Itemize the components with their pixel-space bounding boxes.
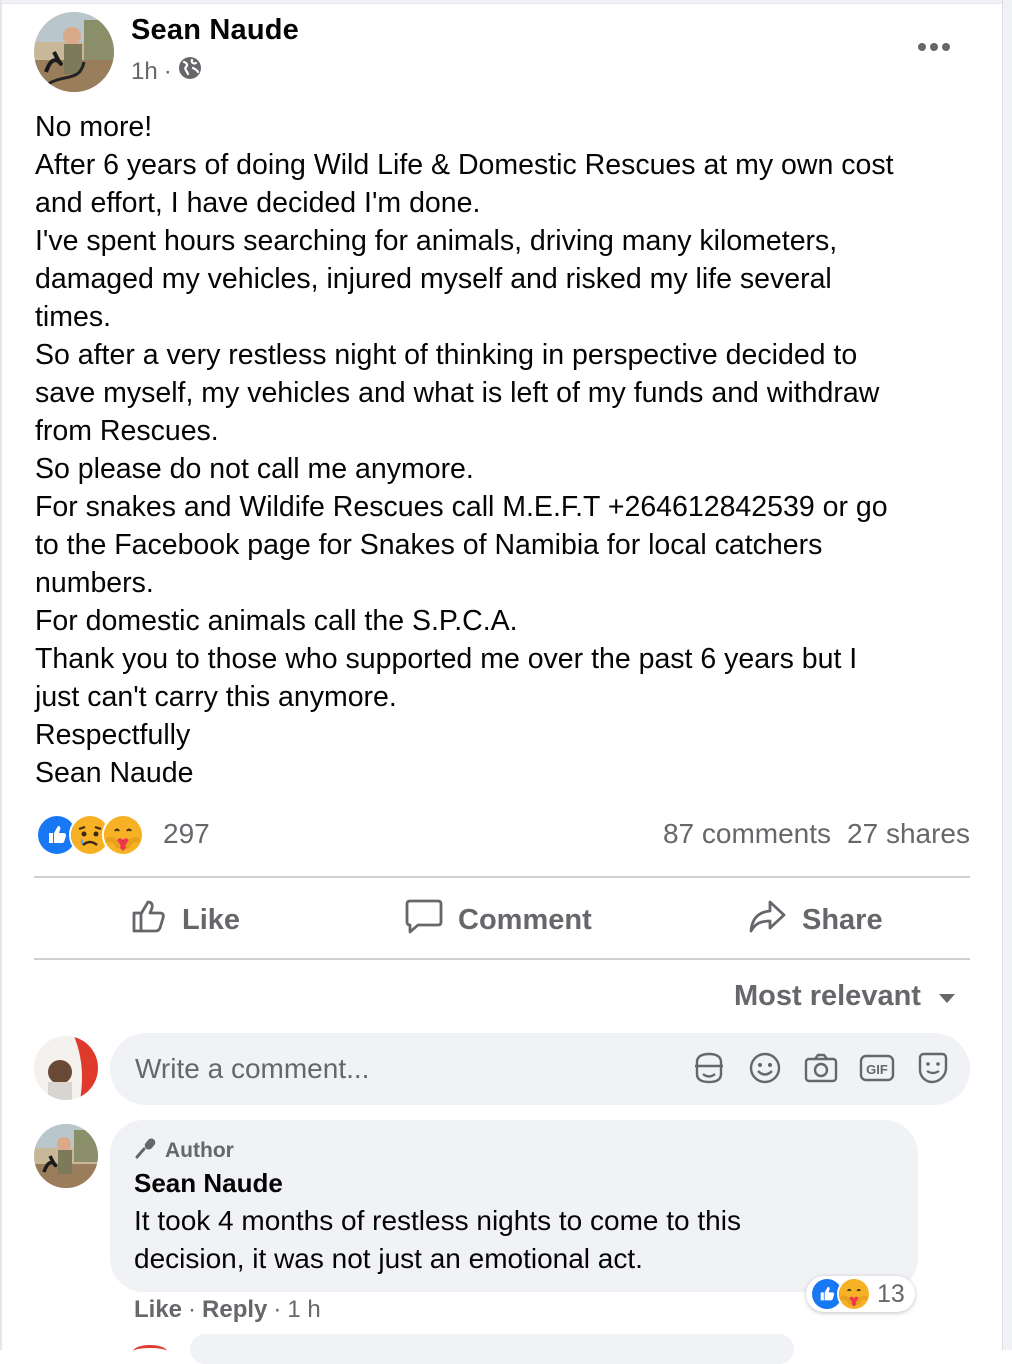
separator-dot: · xyxy=(273,1296,282,1323)
camera-icon[interactable] xyxy=(802,1049,840,1087)
post-text: No more! After 6 years of doing Wild Lif… xyxy=(35,108,980,792)
scrollbar-track[interactable] xyxy=(1002,0,1012,1350)
post-line: save myself, my vehicles and what is lef… xyxy=(35,377,880,409)
post-meta: 1h · xyxy=(131,56,202,87)
separator-dot: · xyxy=(188,1296,197,1323)
post-line: times. xyxy=(35,301,112,333)
comment-bubble-icon xyxy=(404,897,444,943)
comment-text: It took 4 months of restless nights to c… xyxy=(134,1202,741,1278)
post-line: Thank you to those who supported me over… xyxy=(35,643,858,675)
dot xyxy=(918,43,926,51)
gif-icon[interactable]: GIF xyxy=(858,1049,896,1087)
divider xyxy=(34,876,970,878)
post-line: numbers. xyxy=(35,567,154,599)
author-badge-label: Author xyxy=(165,1139,234,1162)
share-label: Share xyxy=(802,903,883,936)
microphone-icon xyxy=(134,1136,158,1166)
post-line: damaged my vehicles, injured myself and … xyxy=(35,263,832,295)
post-line: After 6 years of doing Wild Life & Domes… xyxy=(35,149,894,181)
care-icon xyxy=(837,1277,871,1311)
post-line: For snakes and Wildife Rescues call M.E.… xyxy=(35,491,888,523)
dot xyxy=(930,43,938,51)
next-comment-avatar[interactable] xyxy=(133,1345,167,1358)
comment-actions: Like · Reply · 1 h xyxy=(134,1296,321,1324)
post-line: Respectfully xyxy=(35,719,191,751)
sort-label: Most relevant xyxy=(734,980,921,1012)
post-line: and effort, I have decided I'm done. xyxy=(35,187,481,219)
reaction-icons[interactable] xyxy=(36,814,144,856)
post-line: just can't carry this anymore. xyxy=(35,681,397,713)
comment-reply-link[interactable]: Reply xyxy=(202,1296,267,1324)
comment-sort-dropdown[interactable]: Most relevant xyxy=(734,980,957,1013)
more-dots-icon[interactable] xyxy=(912,30,956,64)
post-author-avatar[interactable] xyxy=(34,12,114,92)
window-top-edge xyxy=(0,0,1002,4)
current-user-avatar[interactable] xyxy=(34,1036,98,1100)
share-button[interactable]: Share xyxy=(748,895,883,945)
next-comment-bubble xyxy=(190,1334,794,1364)
dot xyxy=(942,43,950,51)
comment-input[interactable]: Write a comment... GIF xyxy=(110,1033,970,1105)
post-stats: 87 comments 27 shares xyxy=(663,818,970,850)
comments-count[interactable]: 87 comments xyxy=(663,818,831,850)
post-time[interactable]: 1h xyxy=(131,58,158,86)
thumbs-up-icon xyxy=(130,897,168,943)
comment-placeholder: Write a comment... xyxy=(135,1053,370,1084)
post-author-name[interactable]: Sean Naude xyxy=(131,14,299,47)
divider xyxy=(34,958,970,960)
post-line: from Rescues. xyxy=(35,415,219,447)
share-arrow-icon xyxy=(748,897,788,943)
post-line: So please do not call me anymore. xyxy=(35,453,474,485)
comment-author-avatar[interactable] xyxy=(34,1124,98,1188)
sticker-icon[interactable] xyxy=(690,1049,728,1087)
post-line: So after a very restless night of thinki… xyxy=(35,339,858,371)
care-icon xyxy=(102,814,144,856)
avatar-sticker-icon[interactable] xyxy=(914,1049,952,1087)
emoji-icon[interactable] xyxy=(746,1049,784,1087)
post-line: No more! xyxy=(35,111,153,143)
globe-icon[interactable] xyxy=(178,56,202,87)
comment-label: Comment xyxy=(458,903,592,936)
comment-line: It took 4 months of restless nights to c… xyxy=(134,1205,741,1236)
gif-label: GIF xyxy=(866,1062,888,1077)
post-line: to the Facebook page for Snakes of Namib… xyxy=(35,529,823,561)
reaction-count[interactable]: 297 xyxy=(163,818,210,850)
like-button[interactable]: Like xyxy=(130,895,240,945)
post-line: I've spent hours searching for animals, … xyxy=(35,225,838,257)
comment-line: decision, it was not just an emotional a… xyxy=(134,1243,643,1274)
comment-reactions[interactable]: 13 xyxy=(806,1276,915,1312)
composer-icons: GIF xyxy=(690,1049,952,1087)
post-line: Sean Naude xyxy=(35,757,194,789)
comment-reaction-count: 13 xyxy=(877,1279,905,1308)
comment-time[interactable]: 1 h xyxy=(287,1296,320,1324)
comment-button[interactable]: Comment xyxy=(404,895,592,945)
author-badge: Author xyxy=(134,1136,234,1166)
caret-down-icon xyxy=(937,980,957,1013)
comment-bubble: Author Sean Naude It took 4 months of re… xyxy=(110,1120,918,1292)
like-label: Like xyxy=(182,903,241,936)
comment-author-name[interactable]: Sean Naude xyxy=(134,1168,283,1199)
meta-separator: · xyxy=(163,57,172,85)
shares-count[interactable]: 27 shares xyxy=(847,818,970,850)
comment-like-link[interactable]: Like xyxy=(134,1296,182,1324)
post-line: For domestic animals call the S.P.C.A. xyxy=(35,605,518,637)
window-left-edge xyxy=(0,0,2,1350)
